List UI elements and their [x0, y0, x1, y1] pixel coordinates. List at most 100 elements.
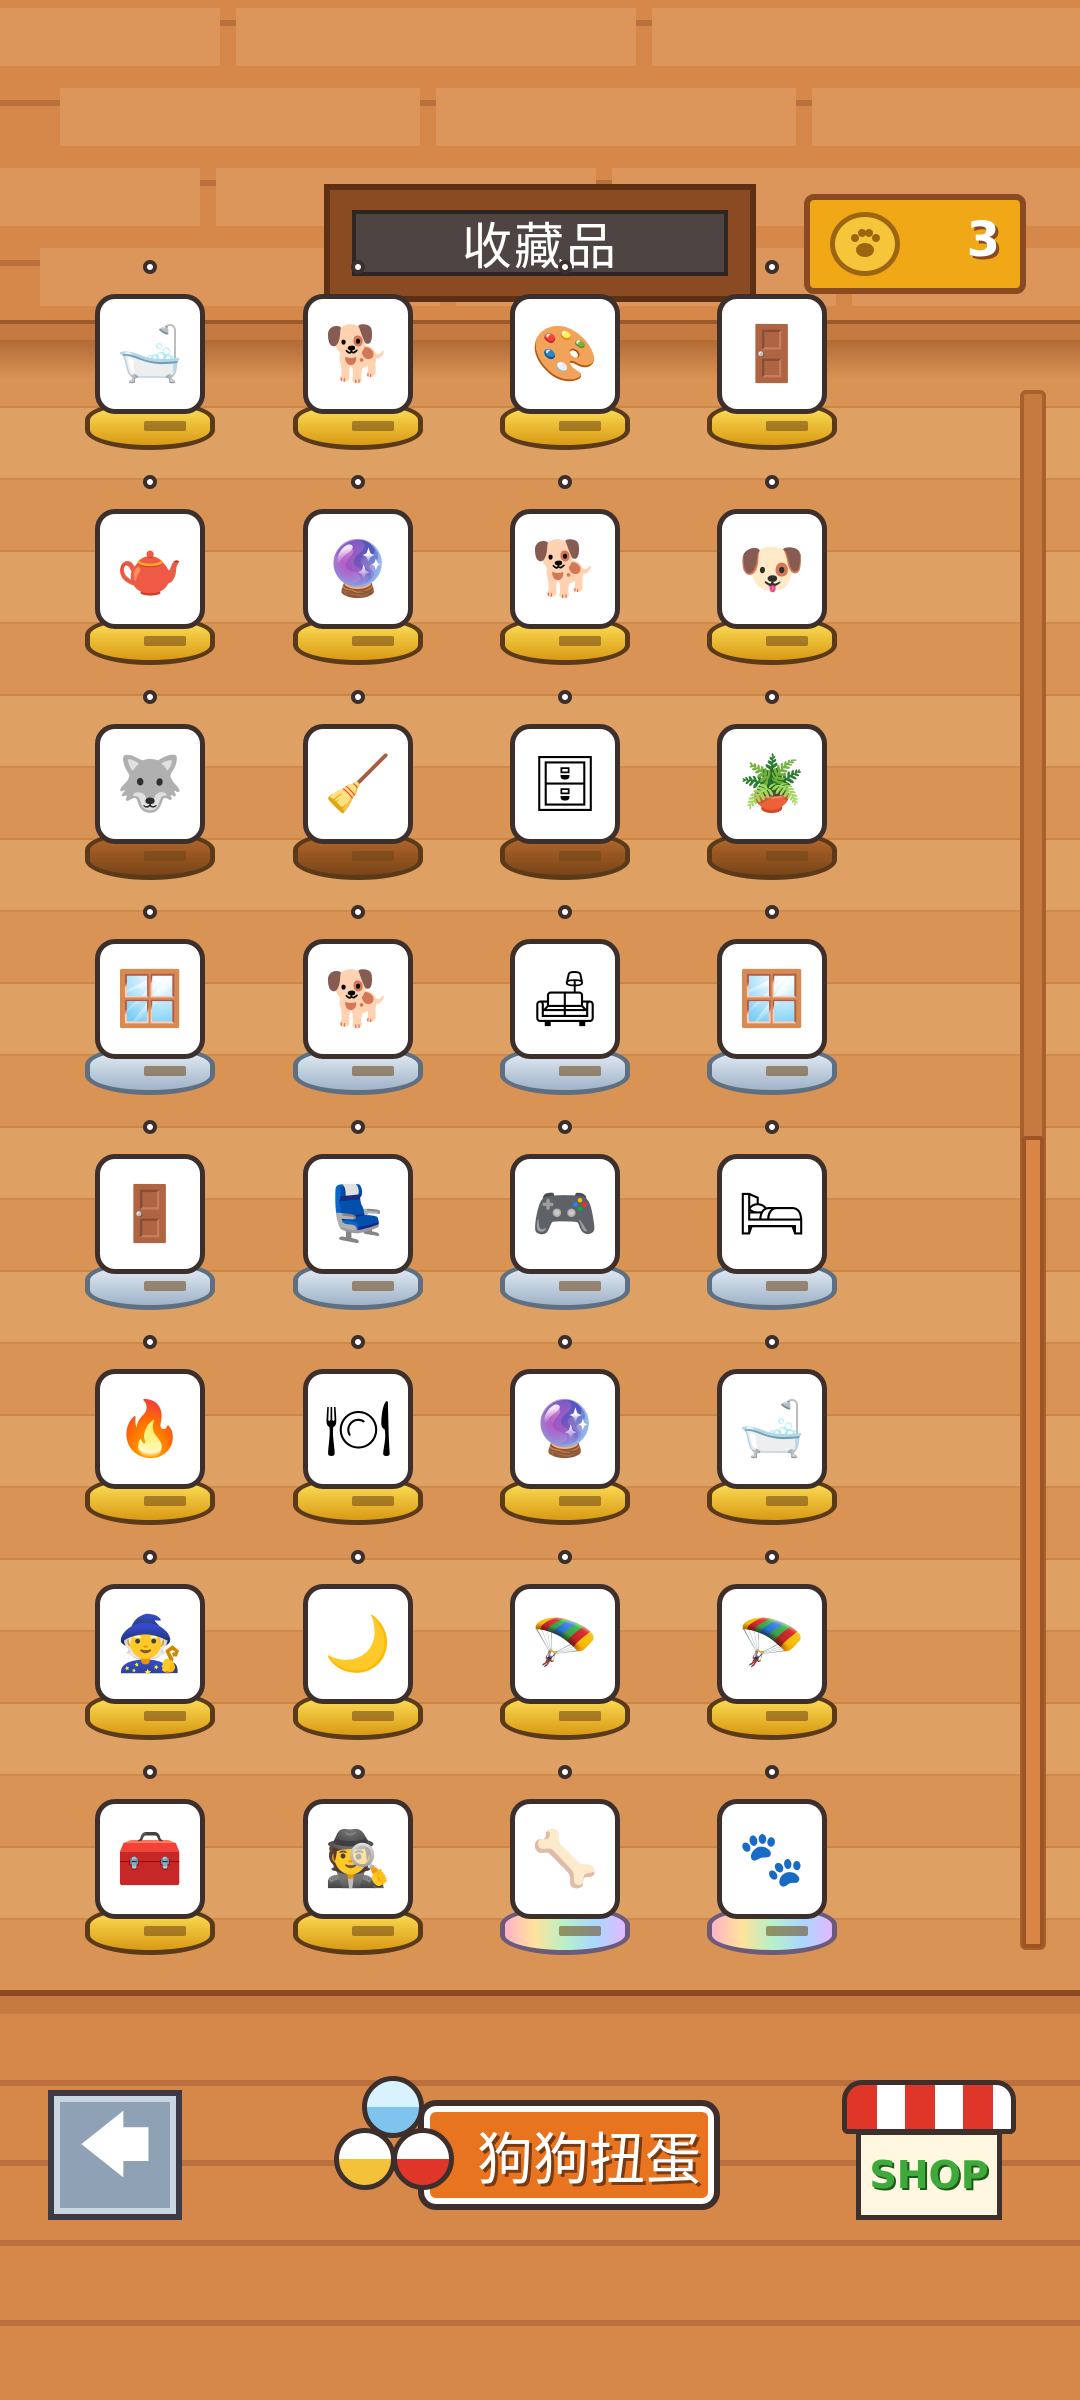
hang-hook-icon: [558, 1335, 572, 1349]
pedestal-plate: [352, 1066, 394, 1076]
game-console-figure: 🎮: [510, 1154, 620, 1274]
hang-hook-icon: [765, 260, 779, 274]
hang-hook-icon: [765, 1120, 779, 1134]
dog-water-globe-icon: 🔮: [531, 1397, 599, 1460]
collectible-dog-puppies[interactable]: 🐶: [697, 475, 847, 665]
hang-hook-icon: [143, 1550, 157, 1564]
dog-in-globe-figure: 🔮: [303, 509, 413, 629]
collectible-game-console[interactable]: 🎮: [490, 1120, 640, 1310]
window-cage-figure: 🪟: [95, 939, 205, 1059]
hang-hook-icon: [351, 1120, 365, 1134]
collectible-dog-bed[interactable]: 🛏: [697, 1120, 847, 1310]
pedestal-plate: [144, 1066, 186, 1076]
hang-hook-icon: [351, 1765, 365, 1779]
collectible-parachute-husky[interactable]: 🪂: [697, 1550, 847, 1740]
pedestal-plate: [352, 1496, 394, 1506]
hang-hook-icon: [143, 1335, 157, 1349]
collectible-window-cage[interactable]: 🪟: [75, 905, 225, 1095]
collectible-bathtub[interactable]: 🛁: [75, 260, 225, 450]
collectible-armchair[interactable]: 💺: [283, 1120, 433, 1310]
detective-dog-figure: 🕵: [303, 1799, 413, 1919]
coin-count: 3: [966, 212, 1000, 268]
hang-hook-icon: [351, 690, 365, 704]
dog-bath-figure: 🛁: [717, 1369, 827, 1489]
parachute-shiba-icon: 🪂: [531, 1612, 599, 1675]
dog-bed-figure: 🛏: [717, 1154, 827, 1274]
pedestal-plate: [352, 851, 394, 861]
hang-hook-icon: [558, 260, 572, 274]
collectible-wizard-dog[interactable]: 🧙: [75, 1550, 225, 1740]
back-button[interactable]: 🡄: [48, 2090, 182, 2220]
shop-label: SHOP: [856, 2130, 1002, 2220]
collectible-husky-sitting[interactable]: 🐺: [75, 690, 225, 880]
fireplace-figure: 🔥: [95, 1369, 205, 1489]
hang-hook-icon: [351, 475, 365, 489]
hang-hook-icon: [765, 1765, 779, 1779]
collectible-doorway[interactable]: 🚪: [697, 260, 847, 450]
mop-figure: 🧹: [303, 724, 413, 844]
armchair-figure: 💺: [303, 1154, 413, 1274]
collectible-dog-sofa[interactable]: 🛋: [490, 905, 640, 1095]
parachute-husky-icon: 🪂: [738, 1612, 806, 1675]
dog-bath-icon: 🛁: [738, 1397, 806, 1460]
dog-bone-icon: 🦴: [531, 1827, 599, 1890]
collectible-easel[interactable]: 🎨: [490, 260, 640, 450]
scrollbar-thumb[interactable]: [1022, 1136, 1044, 1948]
collectible-moon-dog[interactable]: 🌙: [283, 1550, 433, 1740]
dog-water-globe-figure: 🔮: [510, 1369, 620, 1489]
collectible-dog-bone[interactable]: 🦴: [490, 1765, 640, 1955]
hang-hook-icon: [143, 1765, 157, 1779]
collectible-dog-pair[interactable]: 🐕: [283, 260, 433, 450]
pedestal-plate: [352, 1711, 394, 1721]
plant-chair-figure: 🪴: [717, 724, 827, 844]
collectible-mop[interactable]: 🧹: [283, 690, 433, 880]
hang-hook-icon: [558, 905, 572, 919]
moon-dog-figure: 🌙: [303, 1584, 413, 1704]
collectible-tea-table[interactable]: 🫖: [75, 475, 225, 665]
hang-hook-icon: [765, 905, 779, 919]
pedestal-plate: [559, 1281, 601, 1291]
dog-sofa-figure: 🛋: [510, 939, 620, 1059]
hang-hook-icon: [765, 690, 779, 704]
collectible-wardrobe[interactable]: 🗄: [490, 690, 640, 880]
dog-puppies-icon: 🐶: [738, 537, 806, 600]
arched-door-figure: 🚪: [95, 1154, 205, 1274]
hang-hook-icon: [351, 1550, 365, 1564]
parachute-shiba-figure: 🪂: [510, 1584, 620, 1704]
parachute-husky-figure: 🪂: [717, 1584, 827, 1704]
pedestal-plate: [559, 1496, 601, 1506]
gacha-label: 狗狗扭蛋: [477, 2127, 701, 2193]
pedestal-plate: [766, 1066, 808, 1076]
tea-table-icon: 🫖: [116, 537, 184, 600]
collectible-plant-chair[interactable]: 🪴: [697, 690, 847, 880]
collectible-parachute-shiba[interactable]: 🪂: [490, 1550, 640, 1740]
collectible-dog-in-globe[interactable]: 🔮: [283, 475, 433, 665]
dog-trio-figure: 🐕: [303, 939, 413, 1059]
gacha-button[interactable]: 狗狗扭蛋: [318, 2070, 720, 2220]
hang-hook-icon: [558, 475, 572, 489]
collectible-round-window[interactable]: 🪟: [697, 905, 847, 1095]
hang-hook-icon: [143, 1120, 157, 1134]
collectible-dog-bath[interactable]: 🛁: [697, 1335, 847, 1525]
pedestal-plate: [766, 1711, 808, 1721]
hang-hook-icon: [558, 1120, 572, 1134]
pedestal-plate: [559, 1926, 601, 1936]
pedestal-plate: [144, 421, 186, 431]
collectible-dinner-table[interactable]: 🍽: [283, 1335, 433, 1525]
collectible-sleeping-dog[interactable]: 🐕: [490, 475, 640, 665]
wizard-dog-figure: 🧙: [95, 1584, 205, 1704]
bottom-border: [0, 1990, 1080, 2014]
sleeping-dog-figure: 🐕: [510, 509, 620, 629]
collectible-arched-door[interactable]: 🚪: [75, 1120, 225, 1310]
collectible-dog-water-globe[interactable]: 🔮: [490, 1335, 640, 1525]
collectible-fireplace[interactable]: 🔥: [75, 1335, 225, 1525]
hang-hook-icon: [351, 1335, 365, 1349]
collectible-dog-owner[interactable]: 🐾: [697, 1765, 847, 1955]
shop-button[interactable]: SHOP: [842, 2080, 1016, 2220]
collectible-detective-dog[interactable]: 🕵: [283, 1765, 433, 1955]
collectible-dog-trio[interactable]: 🐕: [283, 905, 433, 1095]
collectible-treasure-box[interactable]: 🧰: [75, 1765, 225, 1955]
pedestal-plate: [766, 636, 808, 646]
hang-hook-icon: [765, 1335, 779, 1349]
tea-table-figure: 🫖: [95, 509, 205, 629]
